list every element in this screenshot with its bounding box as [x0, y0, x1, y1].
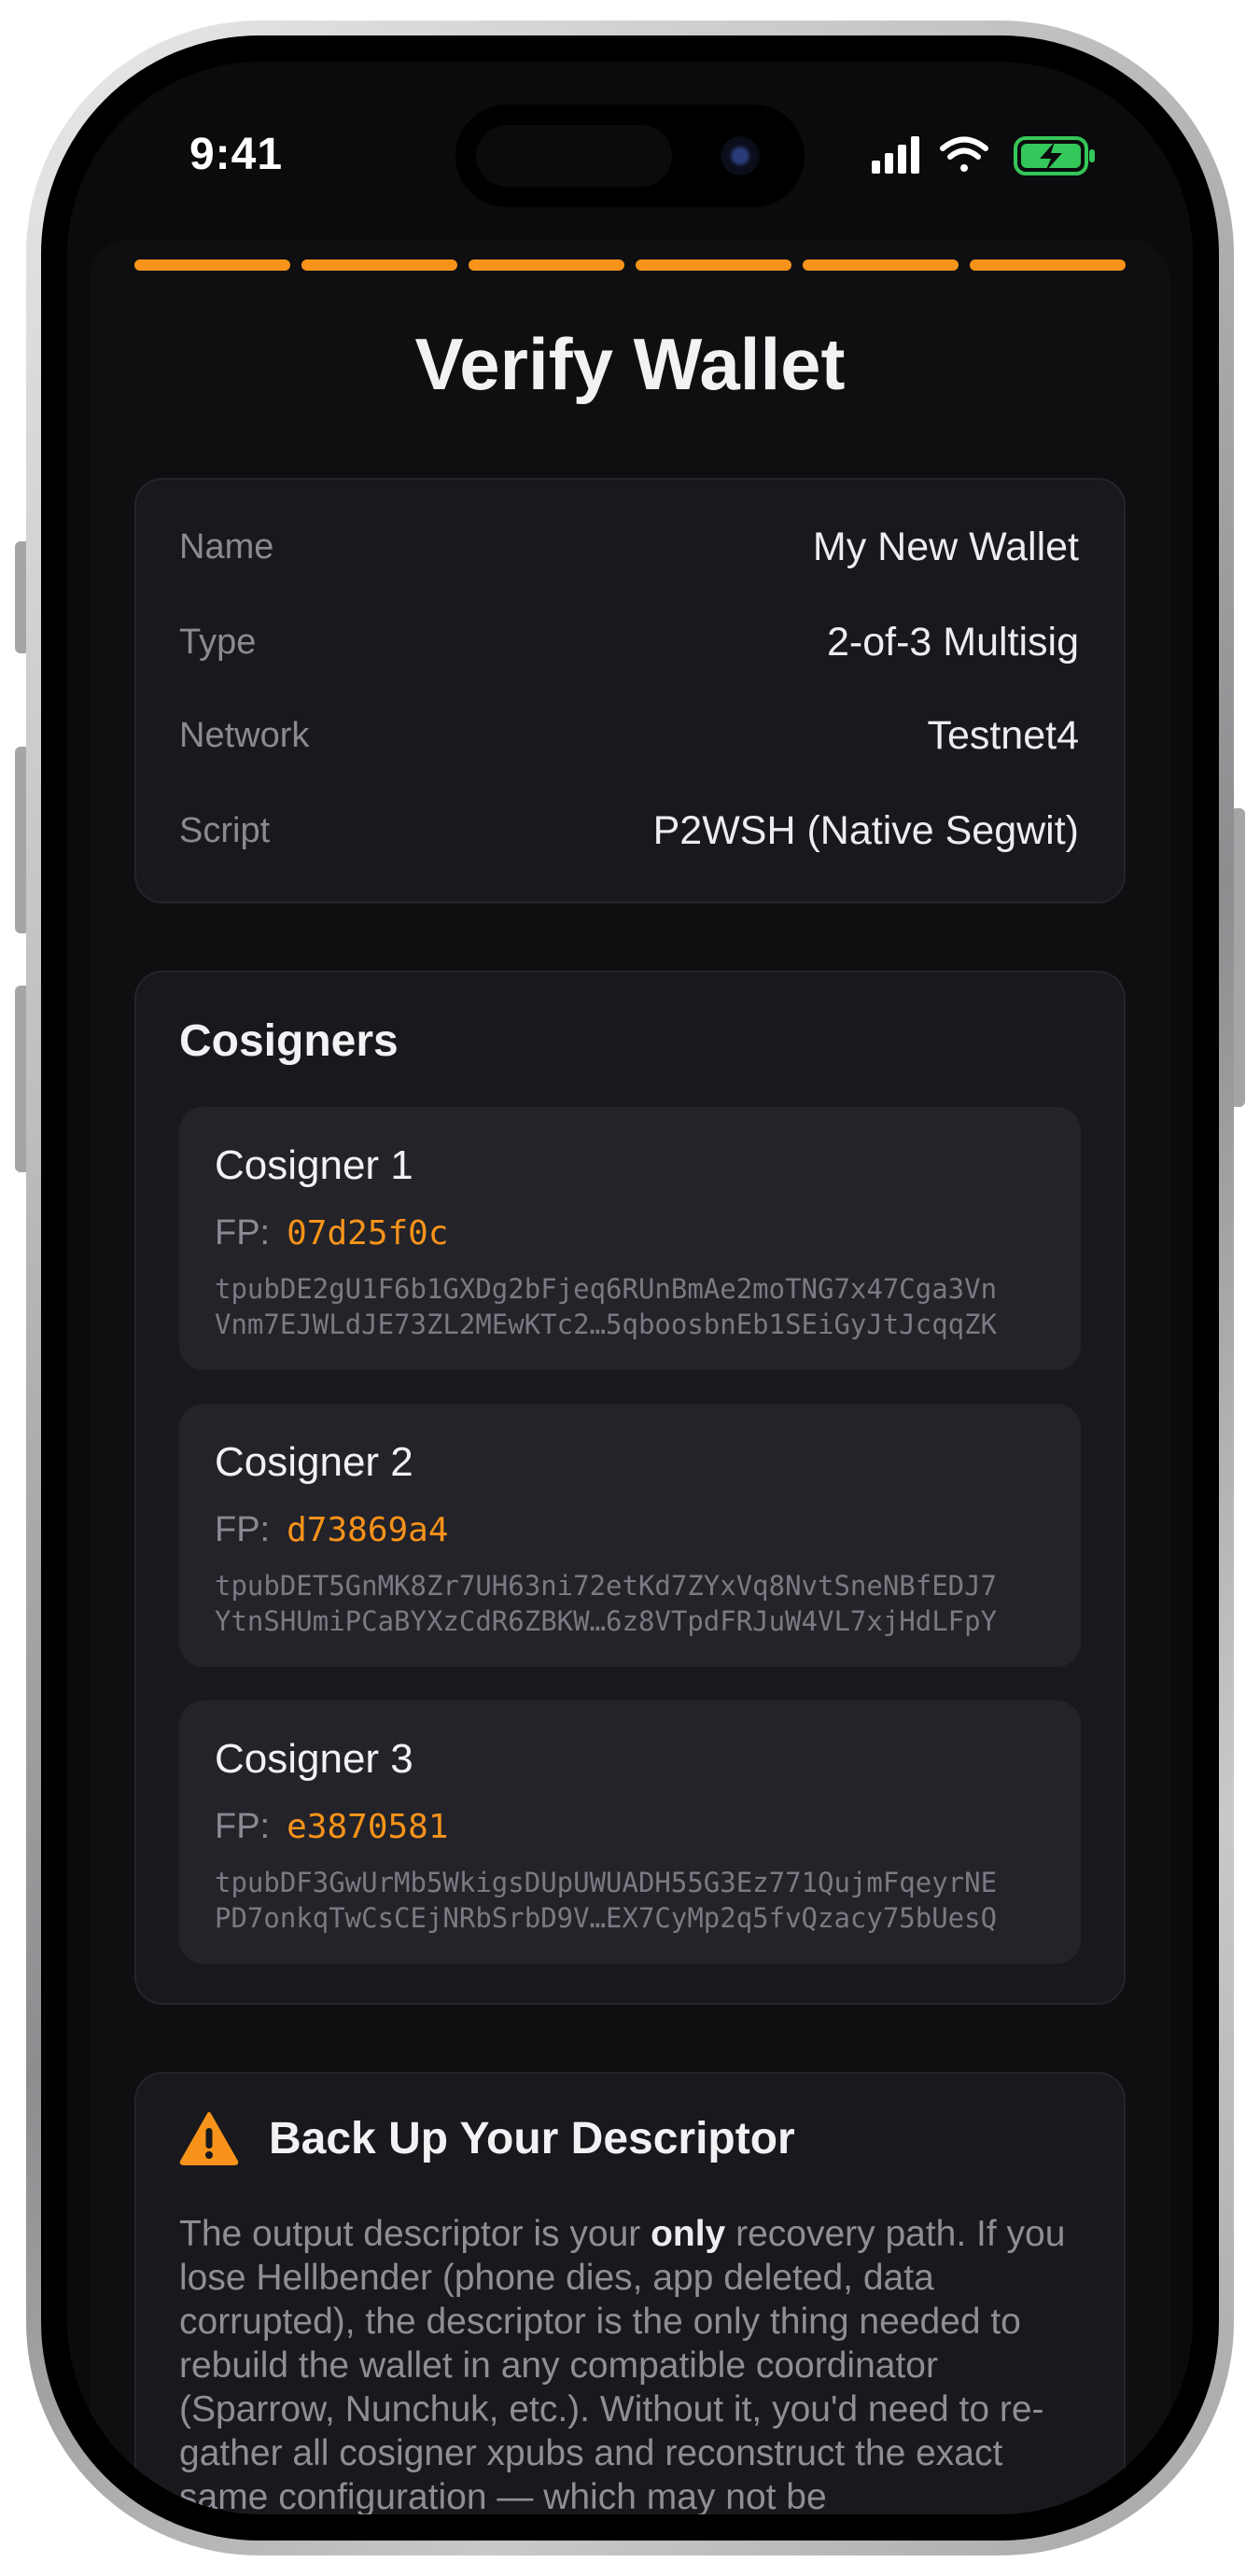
status-time: 9:41 [189, 130, 284, 179]
fp-label: FP: [215, 1807, 271, 1846]
progress-step-6 [970, 259, 1126, 271]
cosigner-name: Cosigner 3 [215, 1736, 413, 1782]
xpub-line: PD7onkqTwCsCEjNRbSrbD9V…EX7CyMp2q5fvQzac… [215, 1902, 998, 1934]
camera-icon [721, 136, 760, 175]
page-title: Verify Wallet [414, 323, 846, 405]
fingerprint: FP: d73869a4 [215, 1510, 449, 1550]
cosigner-name: Cosigner 1 [215, 1142, 413, 1188]
fingerprint: FP: e3870581 [215, 1807, 449, 1847]
wallet-script-value: P2WSH (Native Segwit) [652, 807, 1079, 853]
status-icons [872, 136, 1095, 175]
cosigners-title: Cosigners [179, 1016, 399, 1066]
fp-value: e3870581 [287, 1808, 449, 1846]
fp-value: 07d25f0c [287, 1214, 449, 1253]
fp-value: d73869a4 [287, 1511, 449, 1549]
progress-step-2 [301, 259, 457, 271]
cosigner-name: Cosigner 2 [215, 1439, 413, 1485]
wallet-info-card: Name My New Wallet Type 2-of-3 Multisig … [134, 478, 1126, 903]
xpub: tpubDE2gU1F6b1GXDg2bFjeq6RUnBmAe2moTNG7x… [215, 1271, 997, 1342]
dynamic-island [455, 105, 805, 207]
xpub-line: tpubDF3GwUrMb5WkigsDUpUWUADH55G3Ez771Quj… [215, 1867, 998, 1898]
cellular-signal-icon [872, 136, 919, 174]
xpub-line: tpubDE2gU1F6b1GXDg2bFjeq6RUnBmAe2moTNG7x… [215, 1273, 998, 1305]
info-label: Script [179, 810, 271, 850]
fp-label: FP: [215, 1213, 271, 1253]
progress-step-1 [134, 259, 290, 271]
cosigner-item: Cosigner 1 FP: 07d25f0c tpubDE2gU1F6b1GX… [179, 1107, 1081, 1370]
progress-step-5 [803, 259, 959, 271]
cosigner-item: Cosigner 3 FP: e3870581 tpubDF3GwUrMb5Wk… [179, 1701, 1081, 1964]
fp-label: FP: [215, 1510, 271, 1549]
battery-charging-icon [1014, 136, 1095, 175]
progress-step-3 [469, 259, 624, 271]
xpub-line: YtnSHUmiPCaBYXzCdR6ZBKW…6z8VTpdFRJuW4VL7… [215, 1605, 998, 1637]
wallet-network-value: Testnet4 [927, 712, 1079, 758]
info-label: Network [179, 715, 310, 755]
info-label: Type [179, 622, 257, 662]
xpub: tpubDET5GnMK8Zr7UH63ni72etKd7ZYxVq8NvtSn… [215, 1568, 997, 1639]
wallet-name-value: My New Wallet [812, 524, 1079, 569]
cosigners-card: Cosigners Cosigner 1 FP: 07d25f0c tpubDE… [134, 971, 1126, 2005]
info-row-name: Name My New Wallet [179, 519, 1079, 575]
cosigner-item: Cosigner 2 FP: d73869a4 tpubDET5GnMK8Zr7… [179, 1404, 1081, 1667]
info-row-script: Script P2WSH (Native Segwit) [179, 803, 1079, 859]
info-row-network: Network Testnet4 [179, 707, 1079, 763]
info-row-type: Type 2-of-3 Multisig [179, 614, 1079, 670]
xpub-line: Vnm7EJWLdJE73ZL2MEwKTc2…5qboosbnEb1SEiGy… [215, 1309, 998, 1340]
wallet-type-value: 2-of-3 Multisig [826, 619, 1079, 665]
fingerprint: FP: 07d25f0c [215, 1213, 449, 1253]
wifi-icon [940, 136, 988, 172]
progress-step-4 [636, 259, 791, 271]
xpub-line: tpubDET5GnMK8Zr7UH63ni72etKd7ZYxVq8NvtSn… [215, 1570, 998, 1602]
xpub: tpubDF3GwUrMb5WkigsDUpUWUADH55G3Ez771Quj… [215, 1865, 997, 1936]
step-progress [134, 259, 1126, 271]
info-label: Name [179, 526, 274, 567]
